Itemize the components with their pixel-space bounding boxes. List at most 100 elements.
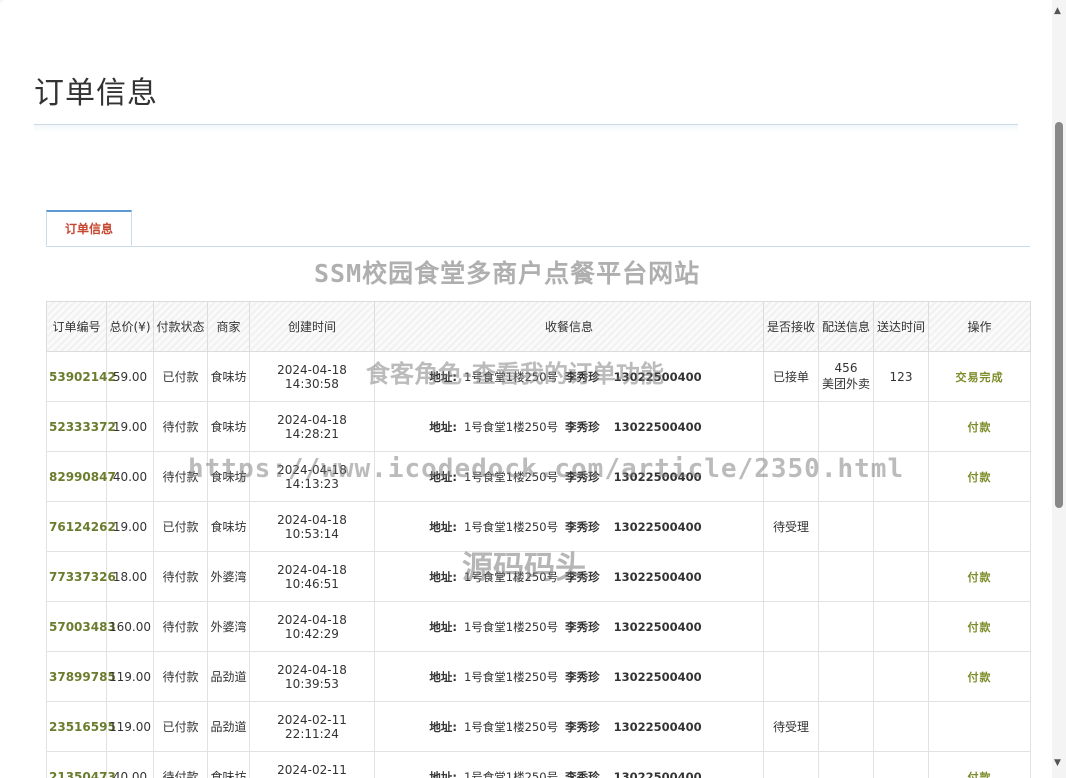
- receiver-name: 李秀珍: [565, 769, 600, 778]
- accept-status: 待受理: [763, 701, 819, 752]
- pay-button[interactable]: 付款: [968, 621, 992, 634]
- col-header-arrive-time: 送达时间: [873, 301, 929, 352]
- accept-status: [763, 451, 819, 502]
- address-label: 地址:: [429, 569, 457, 584]
- order-id: 21350473: [46, 751, 116, 778]
- receiver-name: 李秀珍: [565, 519, 600, 534]
- tab-order-info[interactable]: 订单信息: [46, 210, 132, 246]
- arrive-time: [873, 401, 929, 452]
- pay-status: 待付款: [153, 451, 208, 502]
- receiver-phone: 13022500400: [613, 669, 702, 684]
- receiver-phone: 13022500400: [613, 469, 702, 484]
- row-actions: 付款: [928, 751, 1031, 778]
- receiver-name: 李秀珍: [565, 419, 600, 434]
- pay-status: 待付款: [153, 751, 208, 778]
- receiver-name: 李秀珍: [565, 369, 600, 384]
- order-total: 119.00: [106, 701, 154, 752]
- receiver-name: 李秀珍: [565, 469, 600, 484]
- receive-info: 地址: 1号食堂1楼250号 李秀珍 13022500400: [374, 401, 764, 452]
- receive-info: 地址: 1号食堂1楼250号 李秀珍 13022500400: [374, 351, 764, 402]
- triangle-up-icon[interactable]: ▲: [1054, 6, 1061, 16]
- accept-status: [763, 551, 819, 602]
- order-total: 19.00: [106, 501, 154, 552]
- page-title: 订单信息: [34, 76, 158, 111]
- table-row: 23516595 119.00 已付款 品劲道 2024-02-11 22:11:24 地…: [46, 701, 1031, 752]
- receiver-name: 李秀珍: [565, 719, 600, 734]
- accept-status: [763, 751, 819, 778]
- order-id: 52333372: [46, 401, 116, 452]
- order-complete-link[interactable]: 交易完成: [956, 371, 1004, 384]
- pay-status: 待付款: [153, 401, 208, 452]
- address-label: 地址:: [429, 669, 457, 684]
- col-header-order-id: 订单编号: [46, 301, 107, 352]
- address-value: 1号食堂1楼250号: [463, 369, 559, 384]
- delivery-info: [818, 401, 874, 452]
- pay-button[interactable]: 付款: [968, 671, 992, 684]
- receive-info: 地址: 1号食堂1楼250号 李秀珍 13022500400: [374, 601, 764, 652]
- created-time: 2024-02-11 22:11:24: [249, 751, 375, 778]
- triangle-down-icon[interactable]: ▼: [1054, 758, 1061, 768]
- delivery-info: [818, 701, 874, 752]
- receive-info: 地址: 1号食堂1楼250号 李秀珍 13022500400: [374, 501, 764, 552]
- table-row: 76124262 19.00 已付款 食味坊 2024-04-18 10:53:14 地址…: [46, 501, 1031, 552]
- col-header-delivery-info: 配送信息: [818, 301, 874, 352]
- pay-button[interactable]: 付款: [968, 771, 992, 778]
- address-value: 1号食堂1楼250号: [463, 769, 559, 778]
- address-value: 1号食堂1楼250号: [463, 619, 559, 634]
- pay-status: 待付款: [153, 651, 208, 702]
- created-time: 2024-02-11 22:11:24: [249, 701, 375, 752]
- pay-button[interactable]: 付款: [968, 471, 992, 484]
- pay-status: 待付款: [153, 551, 208, 602]
- shop-name: 食味坊: [207, 401, 250, 452]
- order-total: 160.00: [106, 601, 154, 652]
- pay-button[interactable]: 付款: [968, 421, 992, 434]
- row-actions: 付款: [928, 551, 1031, 602]
- receive-info: 地址: 1号食堂1楼250号 李秀珍 13022500400: [374, 551, 764, 602]
- delivery-info: [818, 601, 874, 652]
- created-time: 2024-04-18 10:39:53: [249, 651, 375, 702]
- receiver-name: 李秀珍: [565, 569, 600, 584]
- accept-status: [763, 601, 819, 652]
- accept-status: [763, 401, 819, 452]
- receiver-phone: 13022500400: [613, 569, 702, 584]
- order-id: 77337326: [46, 551, 116, 602]
- pay-button[interactable]: 付款: [968, 571, 992, 584]
- title-divider: [34, 124, 1018, 133]
- row-actions: [928, 501, 1031, 552]
- order-id: 23516595: [46, 701, 116, 752]
- address-value: 1号食堂1楼250号: [463, 569, 559, 584]
- table-row: 2135047340.00待付款食味坊2024-02-11 22:11:24地址…: [46, 751, 1031, 778]
- created-time: 2024-04-18 14:13:23: [249, 451, 375, 502]
- address-value: 1号食堂1楼250号: [463, 419, 559, 434]
- shop-name: 品劲道: [207, 701, 250, 752]
- order-total: 40.00: [106, 451, 154, 502]
- delivery-info: [818, 651, 874, 702]
- col-header-created-time: 创建时间: [249, 301, 375, 352]
- pay-status: 待付款: [153, 601, 208, 652]
- accept-status: [763, 651, 819, 702]
- table-row: 53902142 59.00 已付款 食味坊 2024-04-18 14:30:58 地址…: [46, 351, 1031, 402]
- address-value: 1号食堂1楼250号: [463, 519, 559, 534]
- table-header-row: 订单编号 总价(¥) 付款状态 商家 创建时间 收餐信息 是否接收 配送信息 送…: [46, 301, 1031, 352]
- delivery-company: 美团外卖: [821, 377, 870, 391]
- address-value: 1号食堂1楼250号: [463, 469, 559, 484]
- order-total: 18.00: [106, 551, 154, 602]
- created-time: 2024-04-18 10:53:14: [249, 501, 375, 552]
- receiver-name: 李秀珍: [565, 619, 600, 634]
- table-row: 77337326 18.00 待付款 外婆湾 2024-04-18 10:46:51 地址…: [46, 551, 1031, 602]
- arrive-time: [873, 651, 929, 702]
- address-label: 地址:: [429, 719, 457, 734]
- created-time: 2024-04-18 14:28:21: [249, 401, 375, 452]
- receiver-phone: 13022500400: [613, 619, 702, 634]
- receive-info: 地址: 1号食堂1楼250号 李秀珍 13022500400: [374, 451, 764, 502]
- col-header-shop: 商家: [207, 301, 250, 352]
- row-actions: 付款: [928, 401, 1031, 452]
- arrive-time: [873, 751, 929, 778]
- scrollbar-thumb[interactable]: [1055, 122, 1063, 508]
- order-id: 57003483: [46, 601, 116, 652]
- shop-name: 外婆湾: [207, 551, 250, 602]
- receiver-phone: 13022500400: [613, 419, 702, 434]
- order-id: 82990847: [46, 451, 116, 502]
- order-total: 40.00: [106, 751, 154, 778]
- tab-bar: 订单信息: [46, 210, 1030, 247]
